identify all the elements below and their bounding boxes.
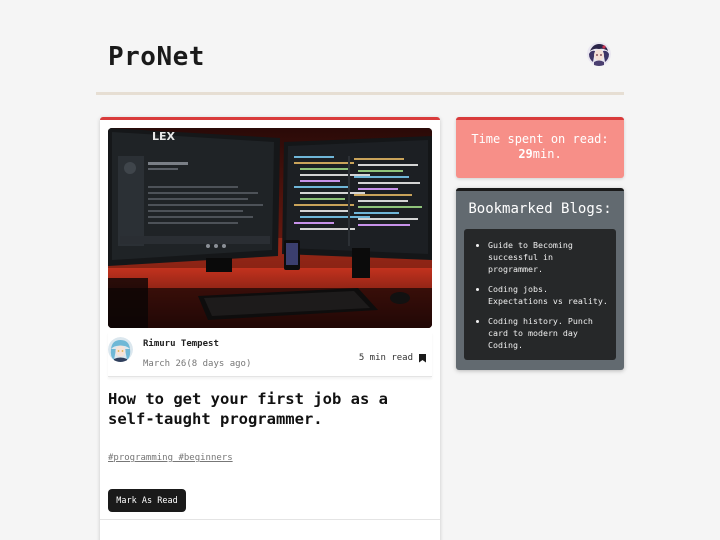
time-spent-value: 29 — [518, 147, 533, 161]
mark-as-read-button[interactable]: Mark As Read — [108, 489, 186, 512]
post-tags[interactable]: #programming #beginners — [108, 453, 233, 463]
bookmarks-list: Guide to Becoming successful in programm… — [464, 229, 616, 351]
time-spent-unit: min. — [532, 147, 562, 161]
bookmark-icon[interactable] — [419, 353, 426, 363]
article-card[interactable]: LEX Rimuru Tempest March 26(8 days ago) … — [100, 117, 440, 540]
bookmarks-list-container: Guide to Becoming successful in programm… — [464, 229, 616, 360]
time-spent-panel: Time spent on read: 29min. — [456, 117, 624, 178]
article-hero-image[interactable]: LEX — [108, 128, 432, 328]
post-title[interactable]: How to get your first job as a self-taug… — [108, 389, 428, 429]
bookmark-item[interactable]: Guide to Becoming successful in programm… — [488, 239, 610, 275]
time-spent-label: Time spent on read: — [471, 132, 609, 146]
read-time-label: 5 min read — [358, 353, 413, 363]
author-avatar-image — [108, 337, 133, 362]
bookmarks-title: Bookmarked Blogs: — [468, 201, 612, 217]
hero-screen-logo: LEX — [152, 130, 176, 143]
bookmark-item[interactable]: Coding history. Punch card to modern day… — [488, 315, 610, 351]
page: ProNet LEX Rimuru Tempest March 26(8 day… — [0, 0, 720, 540]
profile-avatar-image — [587, 42, 611, 66]
post-date: March 26(8 days ago) — [143, 359, 252, 369]
desk-setup-illustration: LEX — [108, 128, 432, 328]
bookmark-item[interactable]: Coding jobs. Expectations vs reality. — [488, 283, 610, 307]
article-meta: Rimuru Tempest March 26(8 days ago) 5 mi… — [108, 332, 432, 377]
read-time: 5 min read — [359, 353, 426, 363]
author-name[interactable]: Rimuru Tempest — [143, 339, 219, 349]
time-spent-value-line: 29min. — [456, 147, 624, 162]
brand-logo[interactable]: ProNet — [108, 42, 205, 72]
card-divider — [100, 519, 440, 520]
bookmarked-blogs-panel: Bookmarked Blogs: Guide to Becoming succ… — [456, 188, 624, 370]
profile-avatar[interactable] — [587, 42, 611, 66]
author-avatar[interactable] — [108, 337, 133, 362]
site-header: ProNet — [96, 0, 624, 95]
